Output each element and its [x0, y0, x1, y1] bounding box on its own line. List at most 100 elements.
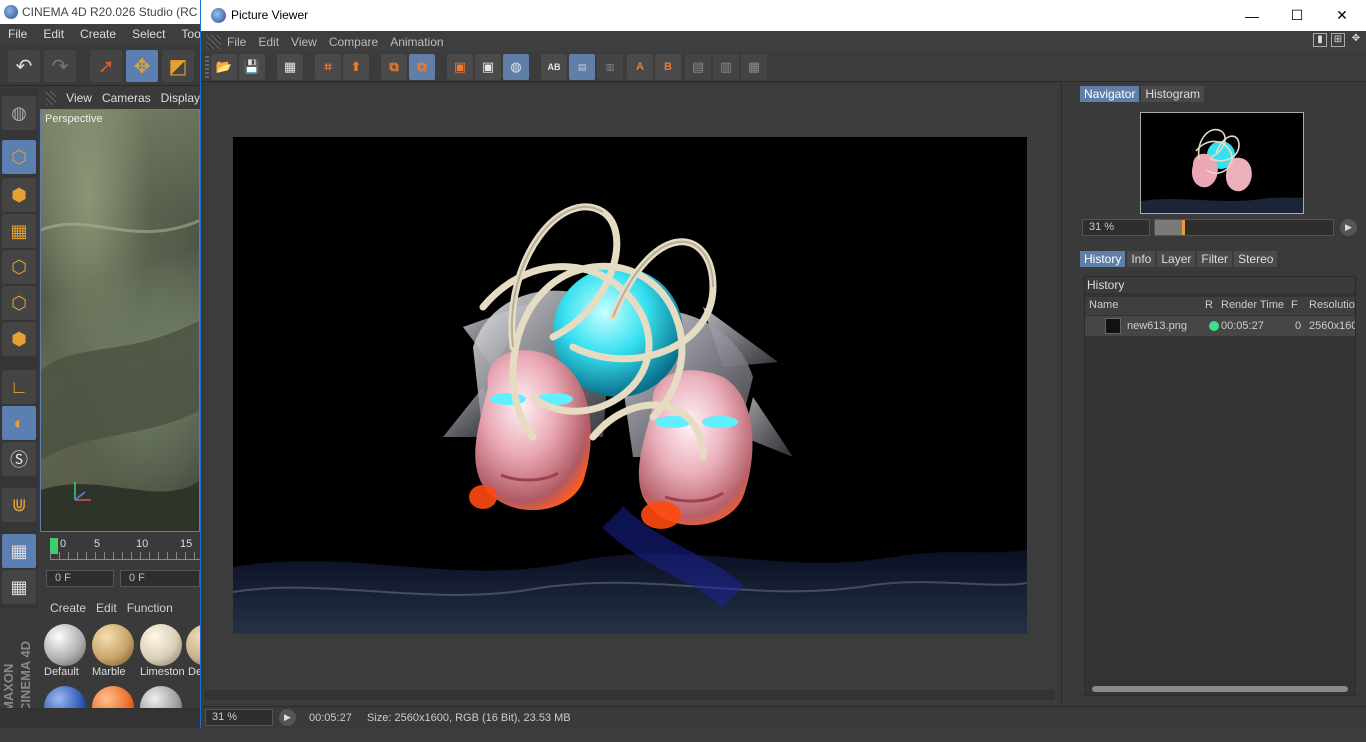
set-a-button[interactable]: A — [627, 54, 653, 80]
zoom-slider[interactable] — [1154, 219, 1334, 236]
material-menu-edit[interactable]: Edit — [86, 601, 117, 615]
picture-viewer-menubar: File Edit View Compare Animation ▮ ⊞ ✥ — [201, 31, 1366, 52]
model-mode-icon[interactable]: ⬡ — [2, 140, 36, 174]
column-r[interactable]: R — [1205, 299, 1213, 311]
scrollbar-thumb[interactable] — [1092, 686, 1348, 692]
compare-grid-icon[interactable]: ▦ — [741, 54, 767, 80]
set-b-button[interactable]: B — [655, 54, 681, 80]
tab-navigator[interactable]: Navigator — [1080, 86, 1140, 102]
material-ball-icon — [92, 624, 134, 666]
copy-to-clipboard-icon[interactable]: ⧉ — [381, 54, 407, 80]
full-screen-icon[interactable]: ▣ — [475, 54, 501, 80]
lock-workplane-icon[interactable]: ▦ — [2, 534, 36, 568]
image-display-area[interactable] — [205, 84, 1058, 704]
menu-animation[interactable]: Animation — [390, 35, 455, 49]
tweak-mode-icon[interactable]: ◐ — [2, 406, 36, 440]
paste-icon[interactable]: ⧉ — [409, 54, 435, 80]
viewport-menu-display[interactable]: Display — [151, 91, 200, 105]
c4d-menu-edit[interactable]: Edit — [35, 27, 72, 41]
texture-mode-icon[interactable]: ⬢ — [2, 178, 36, 212]
c4d-menu-select[interactable]: Select — [124, 27, 173, 41]
zoom-slider-knob[interactable] — [1181, 220, 1185, 235]
ab-compare-button[interactable]: AB — [541, 54, 567, 80]
menu-view[interactable]: View — [291, 35, 329, 49]
navigator-thumbnail[interactable] — [1140, 112, 1304, 214]
save-file-icon[interactable]: 💾 — [239, 54, 265, 80]
history-row[interactable]: new613.png 00:05:27 0 2560x1600 — [1085, 316, 1355, 336]
minimize-button[interactable]: — — [1229, 0, 1275, 31]
open-file-icon[interactable]: 📂 — [211, 54, 237, 80]
tab-history[interactable]: History — [1080, 251, 1126, 267]
viewport-menu-cameras[interactable]: Cameras — [92, 91, 151, 105]
rendered-image[interactable] — [233, 137, 1027, 634]
material-name: De — [188, 666, 200, 678]
undo-icon[interactable]: ↶ — [8, 50, 40, 82]
timeline-tick-10: 10 — [136, 538, 149, 550]
render-view-icon[interactable]: ⬆ — [343, 54, 369, 80]
start-frame-field[interactable]: 0 F — [120, 570, 200, 587]
viewport-menu-view[interactable]: View — [56, 91, 92, 105]
tab-layer[interactable]: Layer — [1157, 251, 1196, 267]
stop-render-icon[interactable]: ◍ — [503, 54, 529, 80]
edges-mode-icon[interactable]: ⬡ — [2, 286, 36, 320]
compare-split-icon[interactable]: ▥ — [713, 54, 739, 80]
column-name[interactable]: Name — [1089, 299, 1118, 311]
tab-histogram[interactable]: Histogram — [1141, 86, 1205, 102]
swap-ab-icon[interactable]: ▤ — [685, 54, 711, 80]
image-horizontal-scrollbar[interactable] — [205, 690, 1055, 700]
polygons-mode-icon[interactable]: ⬢ — [2, 322, 36, 356]
close-button[interactable]: ✕ — [1319, 0, 1365, 31]
move-panel-icon[interactable]: ✥ — [1349, 33, 1363, 47]
menu-compare[interactable]: Compare — [329, 35, 390, 49]
workplane-icon[interactable]: ▦ — [2, 214, 36, 248]
zoom-slider-fill — [1155, 220, 1182, 235]
c4d-menu-file[interactable]: File — [0, 27, 35, 41]
image-thumbnail-icon — [1105, 318, 1121, 334]
material-de[interactable]: De — [186, 622, 200, 680]
redo-icon[interactable]: ↷ — [44, 50, 76, 82]
current-frame-field[interactable]: 0 F — [46, 570, 114, 587]
panel-layout-icon[interactable]: ▮ — [1313, 33, 1327, 47]
ab-difference-icon[interactable]: ▥ — [597, 54, 623, 80]
tab-info[interactable]: Info — [1127, 251, 1156, 267]
material-default[interactable]: Default — [42, 622, 88, 680]
menu-edit[interactable]: Edit — [258, 35, 291, 49]
planar-workplane-icon[interactable]: ▦ — [2, 570, 36, 604]
move-tool-icon[interactable]: ✥ — [126, 50, 158, 82]
material-menu-function[interactable]: Function — [117, 601, 173, 615]
material-manager-menubar: Create Edit Function — [40, 598, 200, 618]
column-render-time[interactable]: Render Time — [1221, 299, 1284, 311]
zoom-play-icon[interactable]: ▶ — [1340, 219, 1357, 236]
status-zoom-field[interactable]: 31 % — [205, 709, 273, 726]
perspective-viewport[interactable]: Perspective — [40, 109, 200, 532]
navigator-tabs: Navigator Histogram — [1080, 86, 1205, 102]
show-alpha-icon[interactable]: ▦ — [277, 54, 303, 80]
maximize-button[interactable]: ☐ — [1274, 0, 1320, 31]
material-limestone[interactable]: Limestone — [138, 622, 184, 680]
ab-swap-icon[interactable]: ▤ — [569, 54, 595, 80]
tab-filter[interactable]: Filter — [1197, 251, 1233, 267]
picture-viewer-title-bar[interactable]: Picture Viewer — ☐ ✕ — [201, 0, 1366, 31]
points-mode-icon[interactable]: ⬡ — [2, 250, 36, 284]
fit-screen-icon[interactable]: ▣ — [447, 54, 473, 80]
history-horizontal-scrollbar[interactable] — [1084, 684, 1356, 694]
tab-stereo[interactable]: Stereo — [1234, 251, 1278, 267]
scale-tool-icon[interactable]: ◩ — [162, 50, 194, 82]
render-region-icon[interactable]: ⌗ — [315, 54, 341, 80]
make-editable-icon[interactable]: ◍ — [2, 96, 36, 130]
timeline-ruler[interactable]: 0 5 10 15 — [40, 534, 200, 564]
magnet-icon[interactable]: ⋓ — [2, 488, 36, 522]
material-marble[interactable]: Marble — [90, 622, 136, 680]
column-f[interactable]: F — [1291, 299, 1298, 311]
live-selection-icon[interactable]: ➚ — [90, 50, 122, 82]
status-play-icon[interactable]: ▶ — [279, 709, 296, 726]
new-panel-icon[interactable]: ⊞ — [1331, 33, 1345, 47]
menu-file[interactable]: File — [227, 35, 258, 49]
material-menu-create[interactable]: Create — [40, 601, 86, 615]
grip-icon — [46, 91, 57, 105]
axis-mode-icon[interactable]: ∟ — [2, 370, 36, 404]
column-resolution[interactable]: Resolutio — [1309, 299, 1355, 311]
zoom-field[interactable]: 31 % — [1082, 219, 1150, 236]
c4d-menu-create[interactable]: Create — [72, 27, 124, 41]
snap-icon[interactable]: Ⓢ — [2, 442, 36, 476]
